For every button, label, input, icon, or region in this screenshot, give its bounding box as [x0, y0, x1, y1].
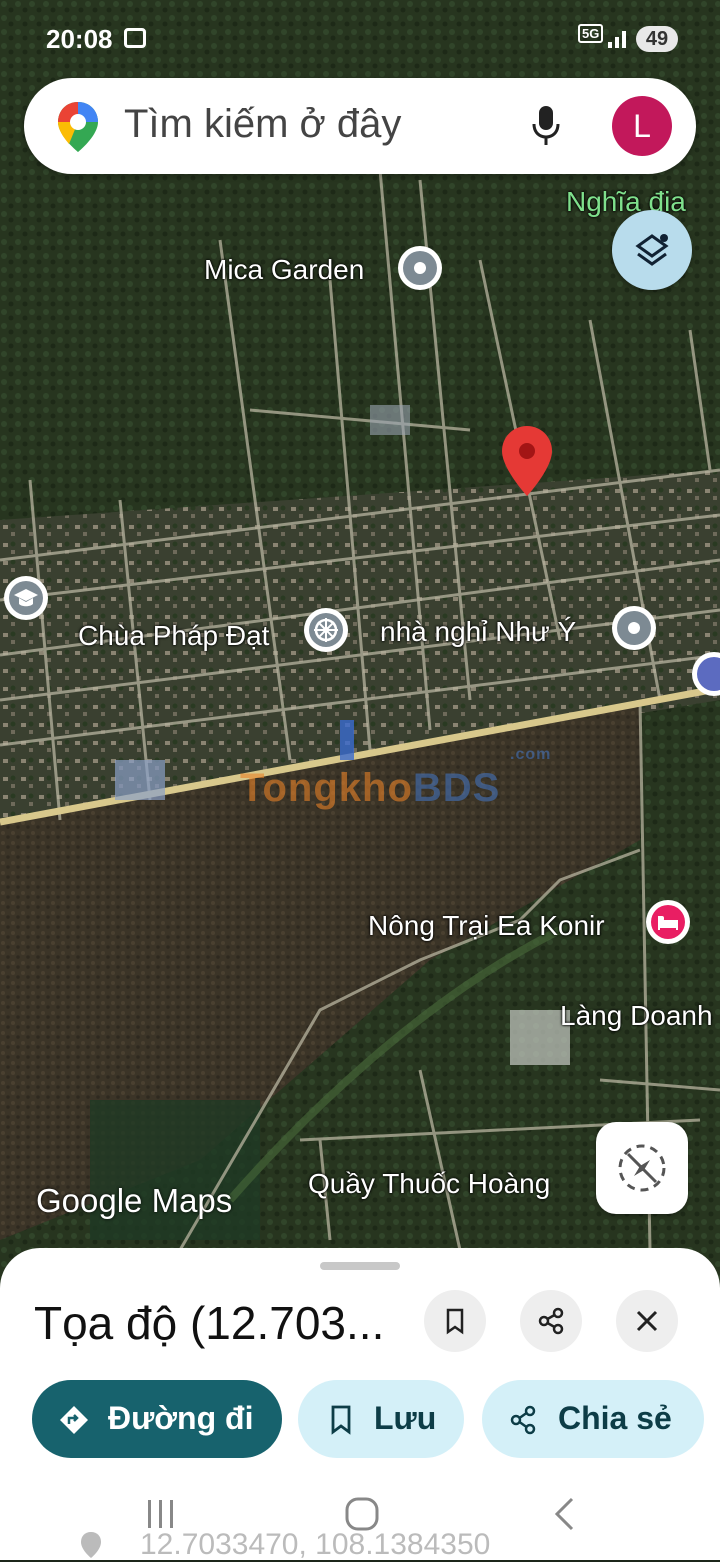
place-title: Tọa độ (12.703... — [34, 1297, 385, 1349]
save-button[interactable]: Lưu — [298, 1380, 464, 1458]
google-maps-logo: Google Maps — [36, 1182, 233, 1219]
search-bar[interactable]: Tìm kiếm ở đây L — [24, 78, 696, 174]
poi-marker-farm[interactable] — [646, 900, 690, 944]
watermark-part1: Tongkho — [240, 766, 413, 810]
compass-button[interactable] — [596, 1122, 688, 1214]
back-icon[interactable] — [552, 1496, 576, 1532]
map-label-village[interactable]: Làng Doanh — [560, 1000, 713, 1032]
watermark-small: .com — [510, 746, 552, 763]
avatar[interactable]: L — [612, 96, 672, 156]
poi-marker-pagoda[interactable] — [304, 608, 348, 652]
layers-button[interactable] — [612, 210, 692, 290]
share-label: Chia sẻ — [558, 1400, 672, 1436]
directions-label: Đường đi — [108, 1400, 254, 1436]
graduation-icon — [14, 589, 38, 607]
map-label-farm[interactable]: Nông Trại Ea Konir — [368, 910, 605, 942]
bookmark-icon — [446, 1308, 464, 1335]
compass-icon — [618, 1144, 666, 1192]
system-nav-bar — [0, 1482, 720, 1560]
share-icon — [538, 1307, 564, 1335]
recents-icon[interactable] — [146, 1498, 176, 1530]
map-label-pagoda[interactable]: Chùa Pháp Đạt — [78, 620, 269, 652]
close-icon — [636, 1310, 658, 1332]
screenshot-icon — [124, 28, 146, 48]
share-button[interactable]: Chia sẻ — [482, 1380, 704, 1458]
save-label: Lưu — [374, 1400, 437, 1436]
share-icon — [510, 1405, 536, 1435]
directions-icon — [60, 1406, 88, 1434]
share-icon-button[interactable] — [520, 1290, 582, 1352]
mic-icon[interactable] — [530, 104, 562, 148]
status-time: 20:08 — [46, 24, 113, 54]
bookmark-icon — [331, 1405, 351, 1435]
poi-marker-school[interactable] — [4, 576, 48, 620]
watermark-part2: BDS — [412, 766, 501, 810]
watermark: TongkhoBDS .com — [240, 746, 550, 811]
home-icon[interactable] — [344, 1496, 380, 1532]
map-label-mica-garden[interactable]: Mica Garden — [204, 254, 364, 286]
map-label-pharmacy[interactable]: Quầy Thuốc Hoàng — [308, 1168, 550, 1200]
status-bar: 20:08 5G 49 — [0, 0, 720, 80]
save-icon-button[interactable] — [424, 1290, 486, 1352]
network-badge: 5G — [578, 24, 604, 43]
directions-button[interactable]: Đường đi — [32, 1380, 282, 1458]
layers-icon — [635, 234, 669, 266]
poi-marker-guesthouse[interactable] — [612, 606, 656, 650]
drag-handle[interactable] — [320, 1262, 400, 1270]
signal-icon — [608, 31, 626, 48]
close-button[interactable] — [616, 1290, 678, 1352]
search-input[interactable]: Tìm kiếm ở đây — [124, 102, 401, 147]
hotel-icon — [658, 916, 678, 930]
battery-indicator: 49 — [636, 26, 678, 52]
maps-pin-icon — [58, 102, 98, 152]
dharma-wheel-icon — [314, 618, 338, 642]
map-label-guesthouse[interactable]: nhà nghỉ Như Ý — [380, 616, 576, 648]
dropped-pin-icon[interactable] — [500, 424, 554, 498]
poi-marker-mica-garden[interactable] — [398, 246, 442, 290]
